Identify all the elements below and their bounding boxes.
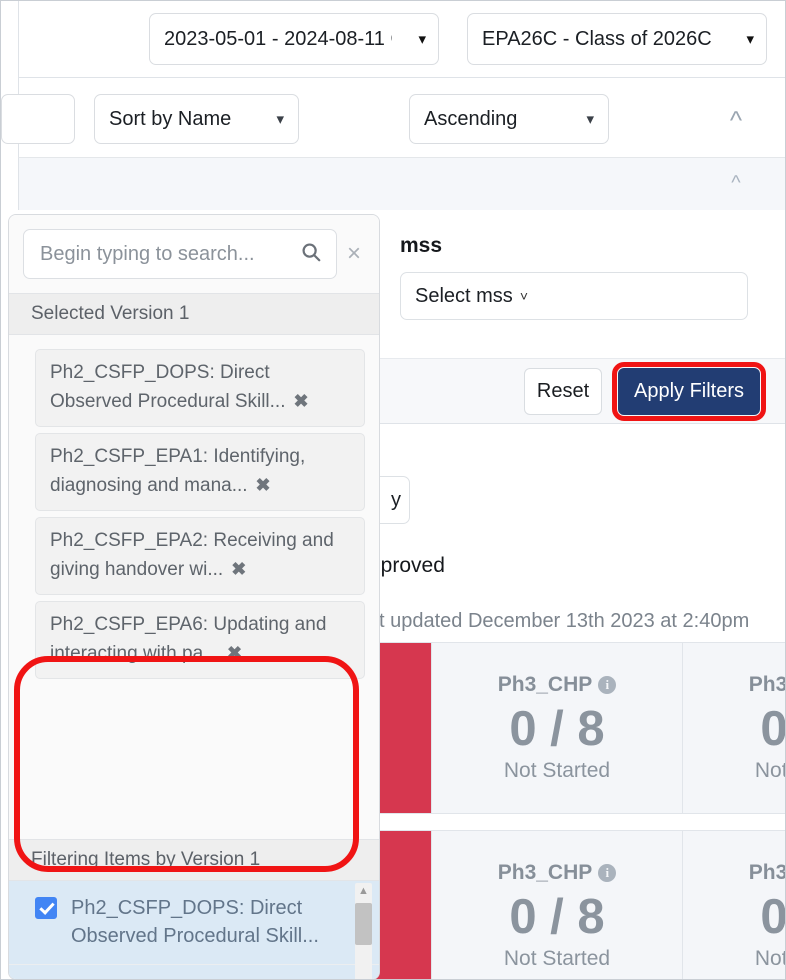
chevron-up-icon[interactable]: ^	[719, 107, 753, 133]
reset-button[interactable]: Reset	[524, 368, 602, 415]
stat-card-status: Not Started	[754, 759, 786, 783]
stat-card-value: 0 / 8	[509, 701, 605, 756]
close-icon[interactable]: ×	[337, 242, 371, 266]
checkbox-checked-icon[interactable]	[35, 897, 57, 919]
search-input[interactable]	[1, 94, 75, 144]
stat-card-title-wrap: Ph3_CHP i	[749, 673, 786, 697]
selected-tag-label: Ph2_CSFP_DOPS: Direct Observed Procedura…	[50, 362, 286, 412]
top-filter-bar: 2023-05-01 - 2024-08-11 Cl ▾ EPA26C - Cl…	[18, 0, 786, 78]
stat-card-title-wrap: Ph3_CHP i	[498, 861, 617, 885]
stat-card-status: Not Started	[503, 759, 611, 783]
date-range-value: 2023-05-01 - 2024-08-11 Cl	[164, 27, 392, 50]
filtering-items-header: Filtering Items by Version 1	[9, 839, 379, 881]
close-icon[interactable]: ✖	[231, 559, 246, 579]
filter-items-list[interactable]: Ph2_CSFP_DOPS: Direct Observed Procedura…	[9, 881, 379, 979]
chevron-down-icon: ˅	[519, 288, 528, 304]
mss-filter-card: mss Select mss ˅	[375, 210, 786, 358]
stat-card-status: Not Started	[503, 947, 611, 971]
info-icon[interactable]: i	[598, 863, 617, 882]
approved-text: pproved	[369, 554, 445, 577]
filter-item[interactable]: Ph2_CSFP_EPA1: Identifying, diagnosing a…	[9, 964, 379, 979]
selected-tag-label: Ph2_CSFP_EPA6: Updating and interacting …	[50, 614, 327, 664]
info-icon[interactable]: i	[598, 675, 617, 694]
filtering-items-label: Filtering Items by Version 1	[31, 849, 261, 870]
stat-card-title: Ph3_CHP	[497, 860, 593, 884]
close-icon[interactable]: ✖	[227, 643, 242, 663]
date-range-select[interactable]: 2023-05-01 - 2024-08-11 Cl ▾	[149, 13, 439, 65]
mss-select[interactable]: Select mss ˅	[400, 272, 748, 320]
chevron-down-icon: ▾	[276, 111, 284, 128]
scrollbar-thumb[interactable]	[355, 903, 372, 945]
sort-direction-select[interactable]: Ascending ▾	[409, 94, 609, 144]
stat-card-status: Not Started	[754, 947, 786, 971]
selected-tag[interactable]: Ph2_CSFP_DOPS: Direct Observed Procedura…	[35, 349, 365, 427]
class-select[interactable]: EPA26C - Class of 2026C ▾	[467, 13, 767, 65]
stat-card-row: Ph3_CHP i 0 / 8 Not Started Ph3_CHP i 0 …	[368, 830, 786, 980]
last-updated-text: st updated December 13th 2023 at 2:40pm	[369, 610, 750, 632]
stat-card-value: 0 / 8	[760, 889, 786, 944]
sort-by-value: Sort by Name	[109, 107, 232, 130]
stat-card[interactable]: Ph3_CHP i 0 / 8 Not Started	[431, 831, 682, 980]
class-value: EPA26C - Class of 2026C	[482, 27, 712, 50]
stat-card[interactable]: Ph3_CHP i 0 / 8 Not Started	[682, 643, 786, 813]
sort-by-select[interactable]: Sort by Name ▾	[94, 94, 299, 144]
apply-filters-button[interactable]: Apply Filters	[618, 368, 760, 415]
stat-card-title: Ph3_CHP	[748, 860, 786, 884]
stat-card[interactable]: Ph3_CHP i 0 / 8 Not Started	[682, 831, 786, 980]
close-icon[interactable]: ✖	[256, 475, 271, 495]
stat-card-row: Ph3_CHP i 0 / 8 Not Started Ph3_CHP i 0 …	[368, 642, 786, 814]
mss-select-value: Select mss	[415, 284, 513, 307]
mss-label: mss	[400, 234, 443, 257]
filter-action-bar: Reset Apply Filters	[375, 358, 786, 424]
stat-card-title: Ph3_CHP	[497, 672, 593, 696]
selected-version-header: Selected Version 1	[9, 293, 379, 335]
sort-direction-value: Ascending	[424, 107, 518, 130]
stat-card-title: Ph3_CHP	[748, 672, 786, 696]
selected-tag[interactable]: Ph2_CSFP_EPA1: Identifying, diagnosing a…	[35, 433, 365, 511]
stat-card[interactable]: Ph3_CHP i 0 / 8 Not Started	[431, 643, 682, 813]
dropdown-search-placeholder: Begin typing to search...	[40, 242, 255, 265]
search-icon[interactable]	[300, 241, 322, 268]
close-icon[interactable]: ✖	[294, 391, 309, 411]
selected-tag-label: Ph2_CSFP_EPA2: Receiving and giving hand…	[50, 530, 334, 580]
stat-card-value: 0 / 8	[760, 701, 786, 756]
stat-card-value: 0 / 8	[509, 889, 605, 944]
filter-item[interactable]: Ph2_CSFP_DOPS: Direct Observed Procedura…	[9, 881, 379, 965]
filter-item-label: Ph2_CSFP_DOPS: Direct Observed Procedura…	[71, 897, 319, 948]
stat-card-title-wrap: Ph3_CHP i	[749, 861, 786, 885]
multiselect-dropdown: Begin typing to search... × Selected Ver…	[8, 214, 380, 980]
sort-bar: Sort by Name ▾ Ascending ▾ ^	[1, 78, 786, 158]
chevron-down-icon: ▾	[746, 31, 754, 48]
selected-version-label: Selected Version 1	[31, 303, 190, 324]
chevron-up-icon[interactable]: ^	[719, 172, 753, 194]
filter-panel-header: ^	[18, 158, 786, 210]
chevron-down-icon: ▾	[586, 111, 594, 128]
selected-tags-list: Ph2_CSFP_DOPS: Direct Observed Procedura…	[9, 335, 379, 839]
selected-tag[interactable]: Ph2_CSFP_EPA6: Updating and interacting …	[35, 601, 365, 679]
screenshot-root: 2023-05-01 - 2024-08-11 Cl ▾ EPA26C - Cl…	[0, 0, 786, 980]
dropdown-search-input[interactable]: Begin typing to search...	[23, 229, 337, 279]
selected-tag[interactable]: Ph2_CSFP_EPA2: Receiving and giving hand…	[35, 517, 365, 595]
background-content: y pproved st updated December 13th 2023 …	[362, 424, 786, 980]
triangle-up-icon[interactable]: ▲	[357, 885, 370, 898]
filter-list-scrollbar[interactable]: ▲	[355, 883, 372, 979]
stat-card-title-wrap: Ph3_CHP i	[498, 673, 617, 697]
dropdown-search-row: Begin typing to search... ×	[9, 215, 379, 293]
chevron-down-icon: ▾	[418, 31, 426, 48]
